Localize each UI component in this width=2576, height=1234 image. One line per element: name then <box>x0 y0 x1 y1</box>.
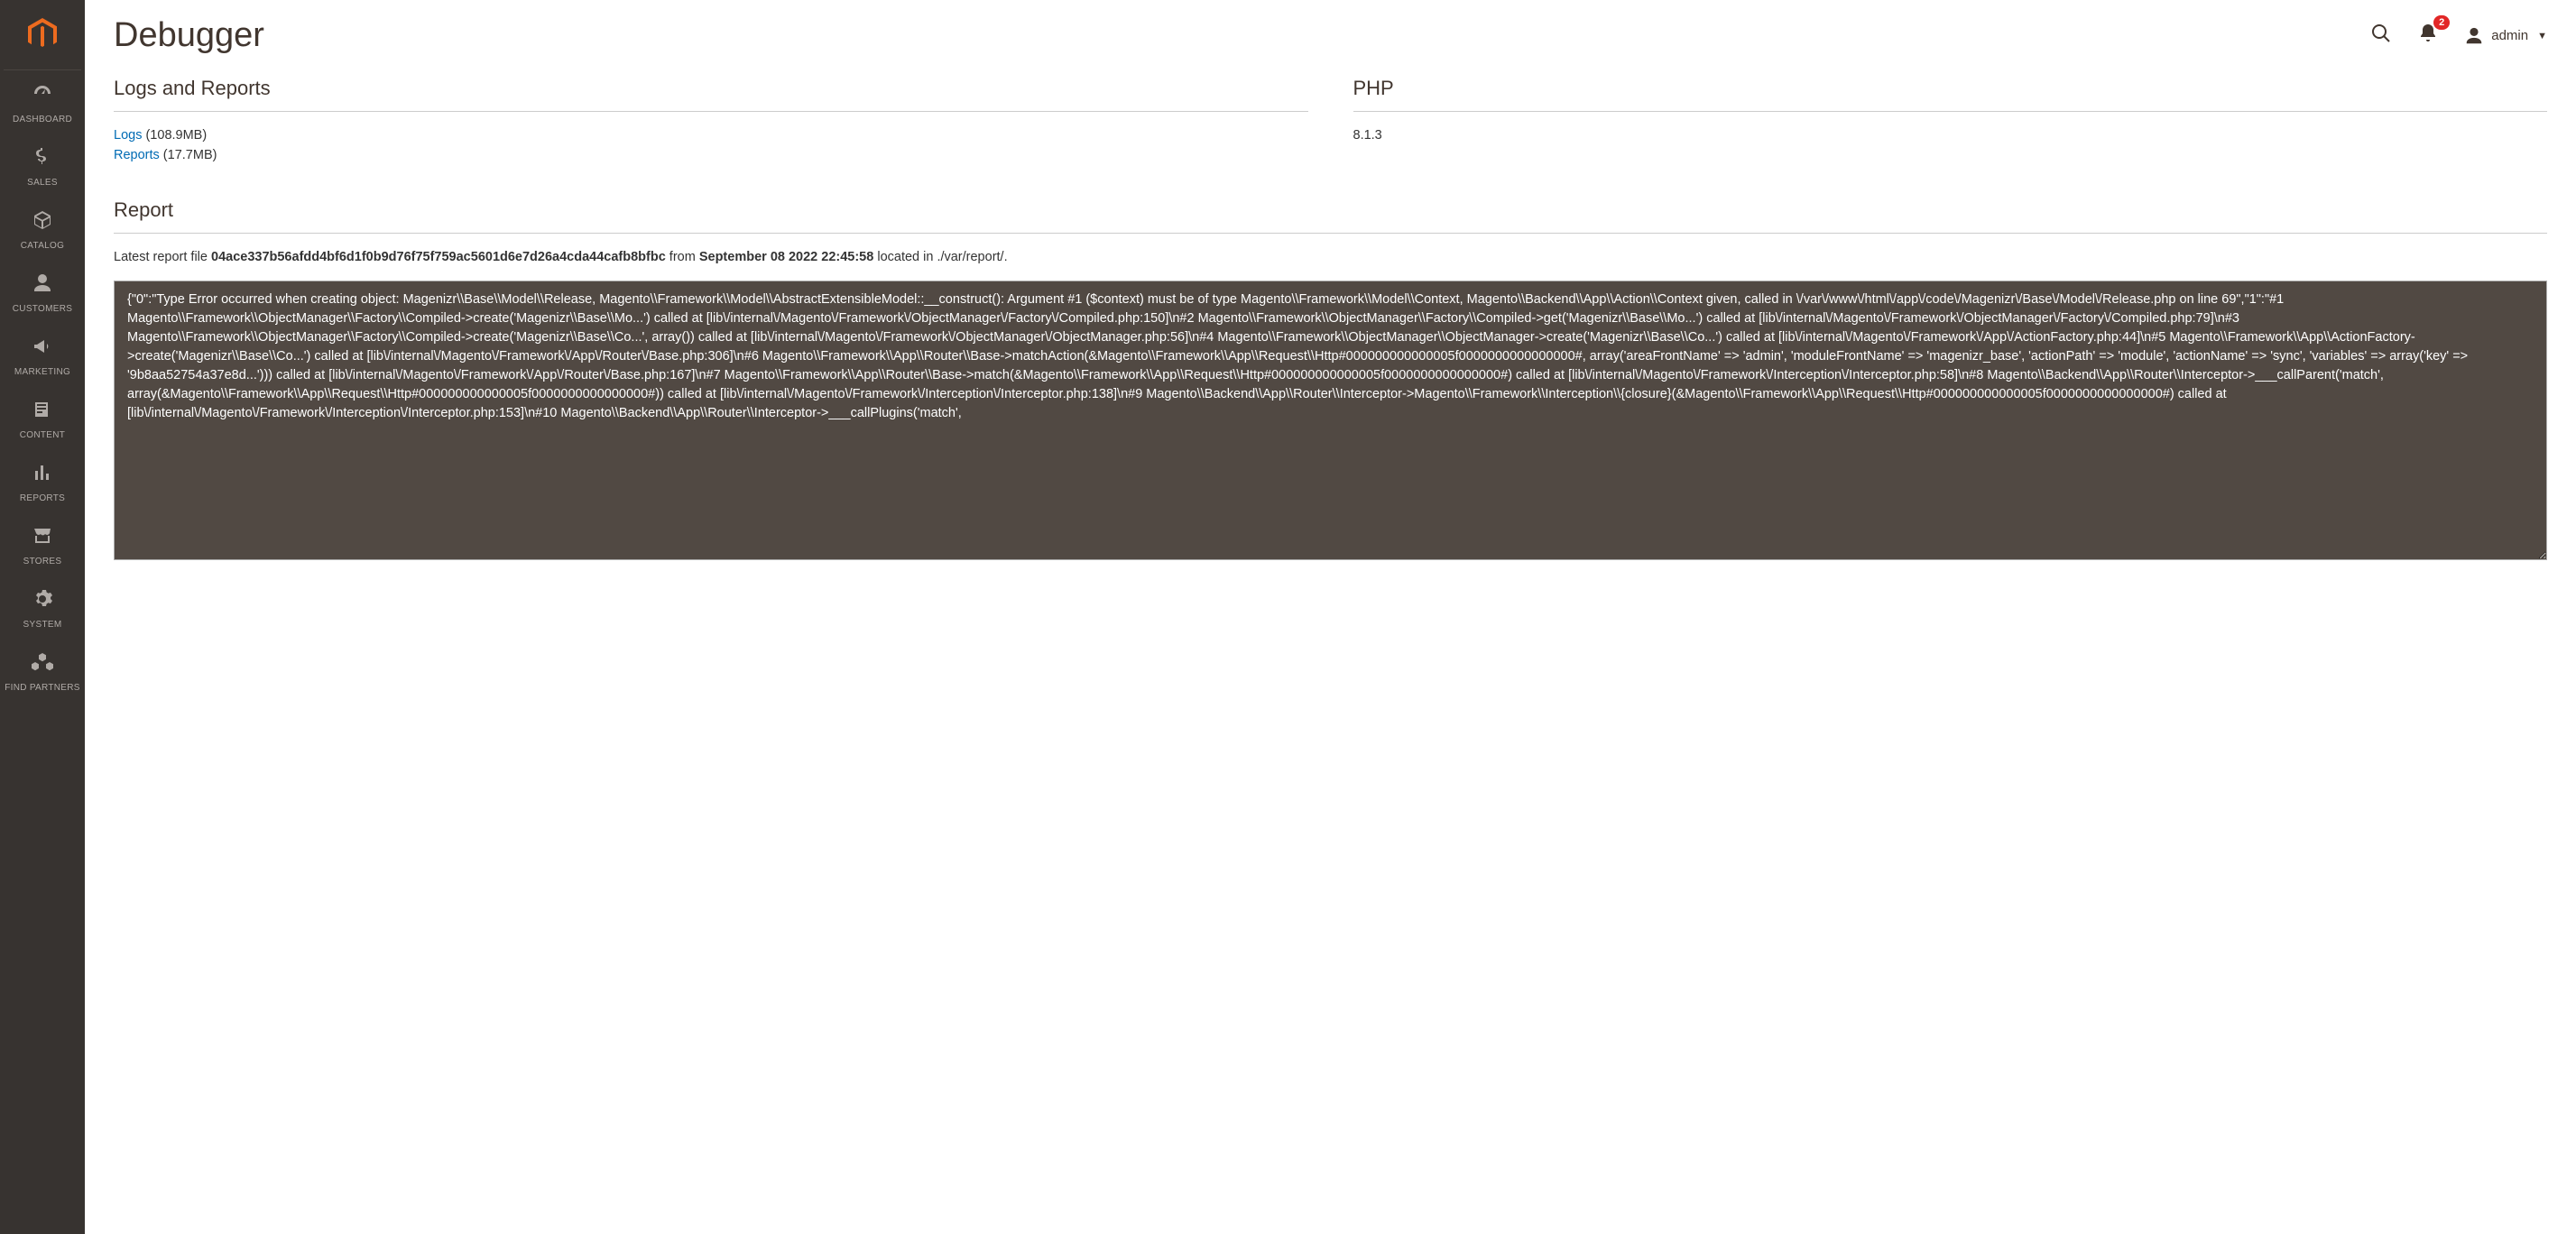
sidebar-item-catalog[interactable]: CATALOG <box>1 197 84 260</box>
magento-logo[interactable] <box>24 0 60 69</box>
caret-down-icon: ▼ <box>2537 31 2547 41</box>
reports-link[interactable]: Reports <box>114 148 160 162</box>
sidebar-item-customers[interactable]: CUSTOMERS <box>1 260 84 323</box>
logs-size: (108.9MB) <box>142 128 207 143</box>
php-section: PHP 8.1.3 <box>1353 77 2548 168</box>
notifications-button[interactable]: 2 <box>2417 23 2439 49</box>
report-section: Report Latest report file 04ace337b56afd… <box>114 198 2547 565</box>
dollar-icon <box>32 146 53 174</box>
report-meta-prefix: Latest report file <box>114 250 211 264</box>
magento-logo-icon <box>24 16 60 52</box>
sidebar-item-system[interactable]: SYSTEM <box>1 576 84 639</box>
admin-sidebar: DASHBOARD SALES CATALOG CUSTOMERS MARKETING C… <box>0 0 85 1234</box>
page-title: Debugger <box>114 16 264 55</box>
main-content: Debugger 2 admin ▼ Logs and Reports Logs… <box>85 0 2576 592</box>
sidebar-item-sales[interactable]: SALES <box>1 134 84 197</box>
search-button[interactable] <box>2370 23 2392 49</box>
logs-section-title: Logs and Reports <box>114 77 1308 112</box>
store-icon <box>32 525 53 553</box>
report-timestamp: September 08 2022 22:45:58 <box>699 250 873 264</box>
reports-link-row: Reports (17.7MB) <box>114 148 1308 162</box>
sidebar-item-dashboard[interactable]: DASHBOARD <box>1 70 84 134</box>
sidebar-item-label: CATALOG <box>21 241 64 251</box>
logs-link[interactable]: Logs <box>114 128 142 143</box>
page-header: Debugger 2 admin ▼ <box>114 16 2547 55</box>
user-menu[interactable]: admin ▼ <box>2464 26 2547 46</box>
search-icon <box>2370 23 2392 44</box>
person-icon <box>32 272 53 300</box>
sidebar-item-reports[interactable]: REPORTS <box>1 449 84 512</box>
report-meta: Latest report file 04ace337b56afdd4bf6d1… <box>114 250 2547 264</box>
notification-badge: 2 <box>2433 15 2450 30</box>
username-label: admin <box>2491 28 2528 43</box>
php-version: 8.1.3 <box>1353 128 2548 143</box>
php-section-title: PHP <box>1353 77 2548 112</box>
report-filename: 04ace337b56afdd4bf6d1f0b9d76f75f759ac560… <box>211 250 666 264</box>
report-from: from <box>666 250 699 264</box>
sidebar-item-content[interactable]: CONTENT <box>1 386 84 449</box>
box-icon <box>32 209 53 237</box>
sidebar-item-find-partners[interactable]: FIND PARTNERS <box>1 639 84 702</box>
sidebar-item-label: MARKETING <box>14 367 70 377</box>
report-section-title: Report <box>114 198 2547 234</box>
sidebar-item-label: SALES <box>27 178 58 188</box>
reports-size: (17.7MB) <box>160 148 217 162</box>
logs-section: Logs and Reports Logs (108.9MB) Reports … <box>114 77 1308 168</box>
cubes-icon <box>32 651 53 679</box>
sidebar-item-label: REPORTS <box>20 493 65 503</box>
sidebar-item-label: SYSTEM <box>23 620 62 630</box>
logs-link-row: Logs (108.9MB) <box>114 128 1308 143</box>
chart-icon <box>32 462 53 490</box>
gear-icon <box>32 588 53 616</box>
sidebar-item-label: DASHBOARD <box>13 115 72 124</box>
info-columns: Logs and Reports Logs (108.9MB) Reports … <box>114 77 2547 168</box>
report-suffix: located in ./var/report/. <box>873 250 1007 264</box>
sidebar-item-stores[interactable]: STORES <box>1 512 84 576</box>
dashboard-icon <box>32 83 53 111</box>
bullhorn-icon <box>32 336 53 364</box>
sidebar-item-label: CONTENT <box>20 430 65 440</box>
report-content-textarea[interactable] <box>114 281 2547 560</box>
user-icon <box>2464 26 2484 46</box>
newspaper-icon <box>32 399 53 427</box>
sidebar-item-marketing[interactable]: MARKETING <box>1 323 84 386</box>
sidebar-item-label: STORES <box>23 557 62 566</box>
header-actions: 2 admin ▼ <box>2370 23 2547 49</box>
sidebar-item-label: FIND PARTNERS <box>5 683 80 693</box>
sidebar-item-label: CUSTOMERS <box>13 304 72 314</box>
